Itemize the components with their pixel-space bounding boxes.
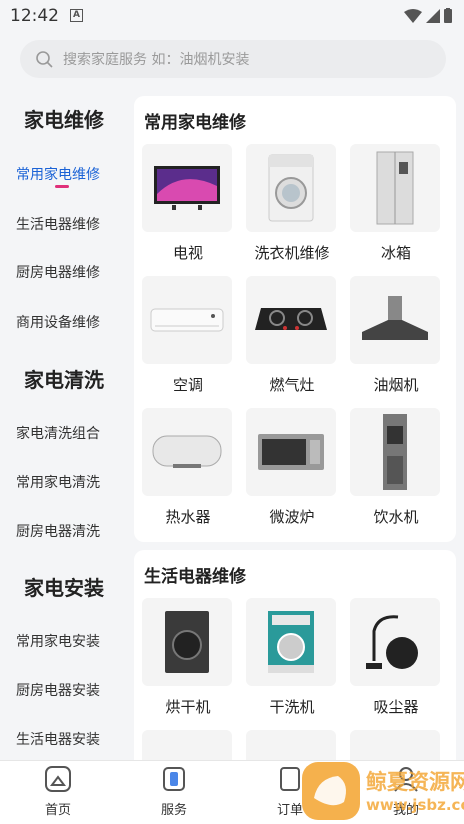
tv-image — [142, 144, 232, 232]
tile-label: 微波炉 — [269, 508, 315, 526]
tile-label: 空调 — [172, 376, 203, 394]
water-heater-image — [142, 408, 232, 496]
vacuum-image — [350, 598, 440, 686]
service-tile-stove[interactable]: 燃气灶 — [246, 276, 338, 395]
tab-label: 首页 — [44, 803, 71, 818]
sidebar-item[interactable]: 生活电器安装 — [0, 729, 100, 749]
sidebar-item[interactable]: 商用设备维修 — [0, 312, 100, 332]
dryer-image — [142, 598, 232, 686]
service-tile-fridge[interactable]: 冰箱 — [350, 144, 442, 263]
section-title: 常用家电维修 — [144, 113, 246, 133]
home-icon — [45, 766, 71, 792]
tile-label: 电视 — [172, 244, 203, 262]
service-tile-tv[interactable]: 电视 — [142, 144, 234, 263]
microwave-image — [246, 408, 336, 496]
tab-label: 服务 — [160, 803, 187, 818]
service-tile-ac[interactable]: 空调 — [142, 276, 234, 395]
tile-label: 热水器 — [165, 508, 211, 526]
signal-icon — [426, 8, 440, 23]
sidebar-item[interactable]: 家电清洗组合 — [0, 423, 100, 443]
search-bar[interactable]: 搜索家庭服务 如：油烟机安装 — [20, 40, 446, 78]
sidebar-item[interactable]: 厨房电器清洗 — [0, 521, 100, 541]
sidebar-item[interactable]: 常用家电安装 — [0, 631, 100, 651]
watermark-url: www.jsbz.com — [366, 796, 464, 814]
section-card: 生活电器维修 烘干机 干洗机 吸尘器 — [134, 550, 456, 818]
tile-label: 吸尘器 — [373, 698, 419, 716]
sidebar-group-title: 家电清洗 — [24, 368, 104, 392]
search-icon — [36, 50, 53, 68]
sidebar-item[interactable]: 常用家电清洗 — [0, 472, 100, 492]
ac-image — [142, 276, 232, 364]
sidebar-group-title: 家电安装 — [24, 576, 104, 600]
status-bar: 12:42 A — [0, 0, 464, 34]
range-hood-image — [350, 276, 440, 364]
service-tile-water-dispenser[interactable]: 饮水机 — [350, 408, 442, 527]
active-indicator — [55, 185, 69, 188]
tile-label: 洗衣机维修 — [254, 244, 330, 262]
tab-service[interactable]: 服务 — [134, 765, 214, 818]
service-tile-dry-cleaner[interactable]: 干洗机 — [246, 598, 338, 717]
sidebar-group-title: 家电维修 — [24, 108, 104, 132]
battery-icon — [444, 8, 452, 23]
notification-a-icon: A — [70, 9, 83, 22]
dry-cleaner-image — [246, 598, 336, 686]
category-sidebar: 家电维修 常用家电维修 生活电器维修 厨房电器维修 商用设备维修 家电清洗 家电… — [0, 88, 126, 760]
section-card: 常用家电维修 电视 洗衣机维修 冰箱 空调 燃气灶 油烟机 热水器 微波炉 饮水… — [134, 96, 456, 542]
section-title: 生活电器维修 — [144, 567, 246, 587]
service-tile-water-heater[interactable]: 热水器 — [142, 408, 234, 527]
service-tile-washer[interactable]: 洗衣机维修 — [246, 144, 338, 263]
washer-image — [246, 144, 336, 232]
service-tile-range-hood[interactable]: 油烟机 — [350, 276, 442, 395]
tile-label: 饮水机 — [373, 508, 419, 526]
sidebar-item[interactable]: 常用家电维修 — [0, 164, 100, 184]
wifi-icon — [404, 8, 422, 23]
tile-label: 干洗机 — [269, 698, 315, 716]
sidebar-item[interactable]: 生活电器维修 — [0, 214, 100, 234]
sidebar-item[interactable]: 厨房电器维修 — [0, 262, 100, 282]
fridge-image — [350, 144, 440, 232]
tile-label: 燃气灶 — [269, 376, 315, 394]
service-tile-vacuum[interactable]: 吸尘器 — [350, 598, 442, 717]
water-dispenser-image — [350, 408, 440, 496]
tile-label: 烘干机 — [165, 698, 211, 716]
service-tile-microwave[interactable]: 微波炉 — [246, 408, 338, 527]
watermark-logo: 鲸夏资源网 www.jsbz.com — [250, 758, 464, 824]
search-placeholder: 搜索家庭服务 如：油烟机安装 — [63, 52, 250, 68]
tile-label: 冰箱 — [380, 244, 411, 262]
service-icon — [163, 767, 185, 791]
watermark-text: 鲸夏资源网 — [366, 770, 464, 794]
status-time: 12:42 — [10, 6, 59, 26]
stove-image — [246, 276, 336, 364]
service-tile-dryer[interactable]: 烘干机 — [142, 598, 234, 717]
tile-label: 油烟机 — [373, 376, 419, 394]
tab-home[interactable]: 首页 — [18, 765, 98, 818]
sidebar-item[interactable]: 厨房电器安装 — [0, 680, 100, 700]
status-icons — [404, 8, 452, 23]
